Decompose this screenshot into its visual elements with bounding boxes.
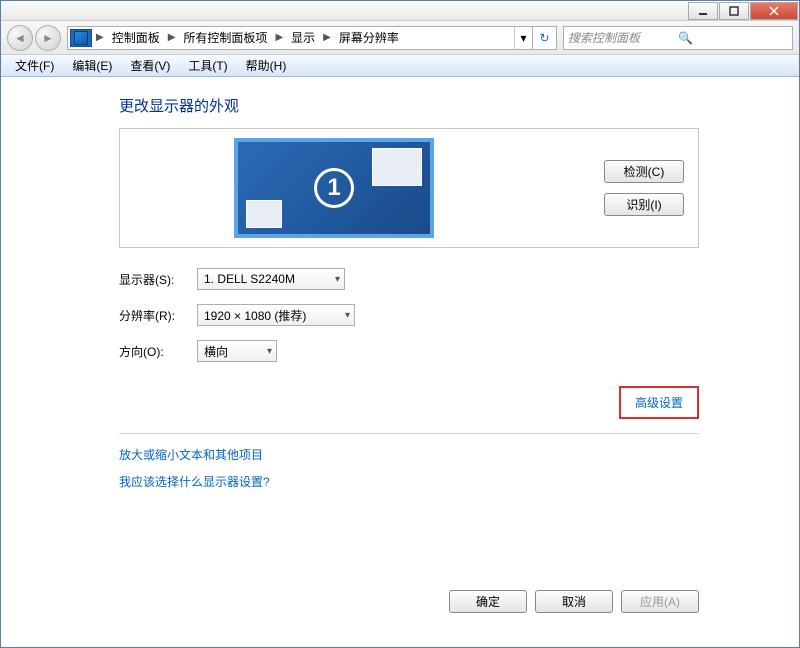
search-placeholder: 搜索控制面板	[568, 29, 678, 46]
menu-help[interactable]: 帮助(H)	[238, 55, 295, 76]
advanced-highlight: 高级设置	[619, 386, 699, 419]
chevron-right-icon: ▶	[321, 32, 333, 43]
crumb-control-panel[interactable]: 控制面板	[106, 27, 166, 49]
crumb-all-items[interactable]: 所有控制面板项	[177, 27, 273, 49]
minimize-button[interactable]	[688, 2, 718, 20]
menu-edit[interactable]: 编辑(E)	[64, 55, 120, 76]
menubar: 文件(F) 编辑(E) 查看(V) 工具(T) 帮助(H)	[1, 55, 799, 77]
search-icon[interactable]: 🔍	[678, 31, 788, 45]
detect-button[interactable]: 检测(C)	[604, 160, 684, 183]
row-display: 显示器(S): 1. DELL S2240M	[119, 268, 699, 290]
window-frame: ◄ ► ▶ 控制面板 ▶ 所有控制面板项 ▶ 显示 ▶ 屏幕分辨率 ▾ ↻ 搜索…	[0, 0, 800, 648]
mini-window-icon	[372, 148, 422, 186]
navbar: ◄ ► ▶ 控制面板 ▶ 所有控制面板项 ▶ 显示 ▶ 屏幕分辨率 ▾ ↻ 搜索…	[1, 21, 799, 55]
divider	[119, 433, 699, 434]
dropdown-display[interactable]: 1. DELL S2240M	[197, 268, 345, 290]
back-button[interactable]: ◄	[7, 25, 33, 51]
forward-button[interactable]: ►	[35, 25, 61, 51]
crumb-display[interactable]: 显示	[285, 27, 321, 49]
advanced-row: 高级设置	[119, 386, 699, 419]
link-text-size[interactable]: 放大或缩小文本和其他项目	[119, 446, 699, 463]
menu-tools[interactable]: 工具(T)	[180, 55, 235, 76]
titlebar	[1, 1, 799, 21]
row-orientation: 方向(O): 横向	[119, 340, 699, 362]
label-display: 显示器(S):	[119, 271, 197, 288]
refresh-button[interactable]: ↻	[532, 27, 556, 49]
menu-file[interactable]: 文件(F)	[7, 55, 62, 76]
chevron-right-icon: ▶	[94, 32, 106, 43]
close-button[interactable]	[750, 2, 798, 20]
address-bar[interactable]: ▶ 控制面板 ▶ 所有控制面板项 ▶ 显示 ▶ 屏幕分辨率 ▾ ↻	[67, 26, 557, 50]
dropdown-resolution[interactable]: 1920 × 1080 (推荐)	[197, 304, 355, 326]
menu-view[interactable]: 查看(V)	[122, 55, 178, 76]
ok-button[interactable]: 确定	[449, 590, 527, 613]
row-resolution: 分辨率(R): 1920 × 1080 (推荐)	[119, 304, 699, 326]
address-dropdown[interactable]: ▾	[514, 27, 532, 49]
monitor-preview-area: 1 检测(C) 识别(I)	[119, 128, 699, 248]
nav-arrows: ◄ ►	[7, 25, 61, 51]
identify-button[interactable]: 识别(I)	[604, 193, 684, 216]
help-links: 放大或缩小文本和其他项目 我应该选择什么显示器设置?	[119, 446, 699, 490]
monitor-number: 1	[314, 168, 354, 208]
mini-window-icon	[246, 200, 282, 228]
maximize-button[interactable]	[719, 2, 749, 20]
crumb-resolution[interactable]: 屏幕分辨率	[333, 27, 405, 49]
link-which-settings[interactable]: 我应该选择什么显示器设置?	[119, 473, 699, 490]
label-resolution: 分辨率(R):	[119, 307, 197, 324]
apply-button[interactable]: 应用(A)	[621, 590, 699, 613]
breadcrumb: ▶ 控制面板 ▶ 所有控制面板项 ▶ 显示 ▶ 屏幕分辨率	[94, 27, 405, 49]
footer-buttons: 确定 取消 应用(A)	[119, 580, 699, 637]
dropdown-orientation[interactable]: 横向	[197, 340, 277, 362]
preview-buttons: 检测(C) 识别(I)	[604, 160, 684, 216]
chevron-right-icon: ▶	[166, 32, 178, 43]
search-input[interactable]: 搜索控制面板 🔍	[563, 26, 793, 50]
advanced-settings-link[interactable]: 高级设置	[635, 396, 683, 410]
label-orientation: 方向(O):	[119, 343, 197, 360]
content-area: 更改显示器的外观 1 检测(C) 识别(I) 显示器(S): 1. DELL S…	[1, 77, 799, 647]
monitor-preview[interactable]: 1	[234, 138, 434, 238]
location-icon	[70, 29, 92, 47]
cancel-button[interactable]: 取消	[535, 590, 613, 613]
page-title: 更改显示器的外观	[119, 95, 699, 116]
chevron-right-icon: ▶	[273, 32, 285, 43]
